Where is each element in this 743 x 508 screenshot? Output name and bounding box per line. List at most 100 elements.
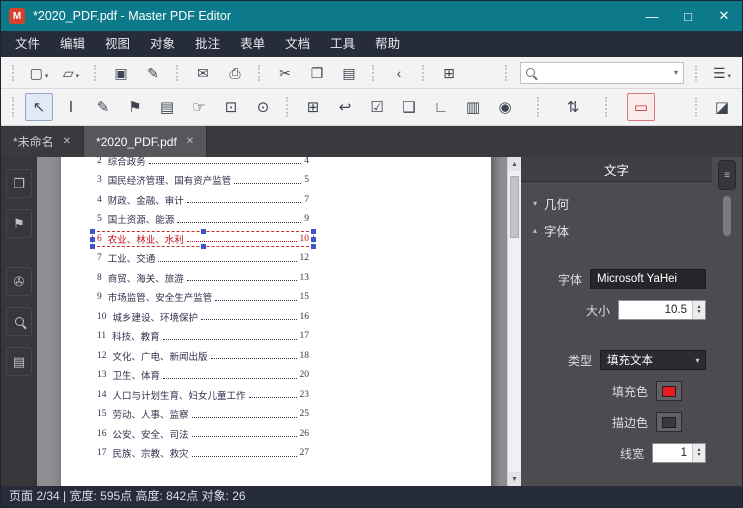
pdf-scrollbar[interactable]: ▲ ▼: [507, 157, 521, 486]
search-panel-button[interactable]: [6, 307, 32, 336]
paste-button[interactable]: ▤: [336, 61, 362, 85]
stroke-color-swatch[interactable]: [656, 412, 682, 432]
toc-row[interactable]: 17 民族、宗教、救灾 27: [97, 444, 309, 464]
open-file-button[interactable]: ▱ ▾: [58, 61, 84, 85]
edit-document-tool[interactable]: ✎: [89, 93, 117, 121]
toc-row[interactable]: 14 人口与计划生育、妇女儿童工作 23: [97, 385, 309, 405]
font-size-spinner[interactable]: ▴ ▾: [692, 301, 705, 319]
tab-close-icon[interactable]: ✕: [63, 136, 71, 147]
stamp-tool[interactable]: ❑: [395, 93, 423, 121]
menu-object[interactable]: 对象: [140, 31, 185, 57]
edit-forms-tool[interactable]: ⚑: [121, 93, 149, 121]
scroll-down-icon[interactable]: ▼: [508, 472, 521, 486]
save-as-button[interactable]: ✎: [140, 61, 166, 85]
close-button[interactable]: ✕: [706, 1, 742, 31]
selection-handle[interactable]: [201, 229, 206, 234]
fill-color-swatch[interactable]: [656, 381, 682, 401]
pdf-scrollbar-thumb[interactable]: [510, 176, 519, 238]
maximize-button[interactable]: □: [670, 1, 706, 31]
menu-form[interactable]: 表单: [230, 31, 275, 57]
toc-row[interactable]: 10 城乡建设、环境保护 16: [97, 307, 309, 327]
email-button[interactable]: ✉: [190, 61, 216, 85]
selection-handle[interactable]: [311, 243, 316, 249]
menu-tools[interactable]: 工具: [320, 31, 365, 57]
font-family-input[interactable]: Microsoft YaHei: [590, 269, 706, 289]
menu-view[interactable]: 视图: [95, 31, 140, 57]
toc-row[interactable]: 4 财政、金融、审计 7: [97, 190, 309, 210]
toc-row[interactable]: 6 农业、林业、水利 10: [90, 229, 316, 249]
snapshot-button[interactable]: ⊞: [436, 61, 462, 85]
attachments-panel-button[interactable]: ✇: [6, 267, 32, 296]
toc-entry-title: 科技、教育: [112, 333, 160, 344]
previous-view-button[interactable]: ‹: [386, 61, 412, 85]
select-objects-tool[interactable]: ↖: [25, 93, 53, 121]
font-size-input[interactable]: 10.5 ▴ ▾: [618, 300, 706, 320]
form-list-tool[interactable]: ▤: [153, 93, 181, 121]
menu-document[interactable]: 文档: [275, 31, 320, 57]
line-width-input[interactable]: 1 ▴ ▾: [652, 443, 706, 463]
search-box[interactable]: ▾: [520, 61, 684, 84]
snapshot-camera-tool[interactable]: ⊙: [249, 93, 277, 121]
new-document-button[interactable]: ▢ ▾: [26, 61, 52, 85]
thumbnails-panel-button[interactable]: ❐: [6, 169, 32, 198]
section-geometry[interactable]: ▾ 几何: [521, 190, 712, 217]
pdf-page[interactable]: 2 综合政务 4 3 国民经济管理、国有资产监管 5 4 财政、金融、审计 7 5 国土资源、能源 9…: [61, 157, 491, 486]
main-menu-button[interactable]: ☰ ▾: [709, 61, 735, 85]
tab-close-icon[interactable]: ✕: [186, 136, 194, 147]
combo-box-tool[interactable]: ▥: [459, 93, 487, 121]
crop-tool[interactable]: ⊡: [217, 93, 245, 121]
selection-handle[interactable]: [90, 236, 95, 242]
menu-help[interactable]: 帮助: [365, 31, 410, 57]
panel-scrollbar-thumb[interactable]: [723, 196, 731, 236]
toc-row[interactable]: 16 公安、安全、司法 26: [97, 424, 309, 444]
panel-scrollbar[interactable]: [723, 196, 731, 316]
toc-row[interactable]: 13 卫生、体育 20: [97, 366, 309, 386]
toc-row[interactable]: 11 科技、教育 17: [97, 327, 309, 347]
select-text-tool[interactable]: Ⅰ: [57, 93, 85, 121]
scroll-up-icon[interactable]: ▲: [508, 157, 521, 171]
toc-row[interactable]: 12 文化、广电、新闻出版 18: [97, 346, 309, 366]
toc-row[interactable]: 8 商贸、海关、旅游 13: [97, 268, 309, 288]
search-input[interactable]: [540, 65, 670, 80]
form-list-icon: ▤: [159, 98, 175, 116]
section-font[interactable]: ▴ 字体: [521, 217, 712, 244]
minimize-button[interactable]: —: [634, 1, 670, 31]
selection-handle[interactable]: [90, 229, 95, 234]
tab-2020-pdf[interactable]: *2020_PDF.pdf ✕: [84, 126, 208, 157]
pdf-viewport[interactable]: 2 综合政务 4 3 国民经济管理、国有资产监管 5 4 财政、金融、审计 7 5 国土资源、能源 9…: [37, 157, 521, 486]
fill-type-select[interactable]: 填充文本 ▾: [600, 350, 706, 370]
toc-row[interactable]: 7 工业、交通 12: [97, 249, 309, 269]
copy-button[interactable]: ❐: [304, 61, 330, 85]
eraser-tool[interactable]: ◪: [708, 93, 736, 121]
toc-row[interactable]: 2 综合政务 4: [97, 157, 309, 171]
selection-handle[interactable]: [311, 236, 316, 242]
tab-untitled[interactable]: *未命名 ✕: [1, 126, 85, 157]
hand-tool[interactable]: ☞: [185, 93, 213, 121]
cut-button[interactable]: ✂: [272, 61, 298, 85]
spin-down-icon[interactable]: ▾: [697, 309, 700, 315]
align-tool[interactable]: ⇅: [559, 93, 587, 121]
toc-row[interactable]: 15 劳动、人事、监察 25: [97, 405, 309, 425]
form-fields-panel-button[interactable]: ▤: [6, 347, 32, 376]
save-button[interactable]: ▣: [108, 61, 134, 85]
line-width-spinner[interactable]: ▴ ▾: [692, 444, 705, 462]
toc-row[interactable]: 3 国民经济管理、国有资产监管 5: [97, 171, 309, 191]
chevron-down-icon[interactable]: ▾: [670, 68, 678, 77]
measure-tool[interactable]: ∟: [427, 93, 455, 121]
menu-comment[interactable]: 批注: [185, 31, 230, 57]
panel-collapse-handle[interactable]: ≡: [718, 160, 736, 190]
print-button[interactable]: ⎙: [222, 61, 248, 85]
checkbox-tool[interactable]: ☑: [363, 93, 391, 121]
menu-edit[interactable]: 编辑: [50, 31, 95, 57]
bookmarks-panel-button[interactable]: ⚑: [6, 209, 32, 238]
text-field-tool[interactable]: ⊞: [299, 93, 327, 121]
selection-handle[interactable]: [311, 229, 316, 234]
toc-row[interactable]: 9 市场监管、安全生产监管 15: [97, 288, 309, 308]
highlight-area-tool[interactable]: ▭: [627, 93, 655, 121]
spin-down-icon[interactable]: ▾: [697, 452, 700, 458]
selection-handle[interactable]: [90, 243, 95, 249]
toc-row[interactable]: 5 国土资源、能源 9: [97, 210, 309, 230]
line-break-tool[interactable]: ↩: [331, 93, 359, 121]
menu-file[interactable]: 文件: [5, 31, 50, 57]
radio-button-tool[interactable]: ◉: [491, 93, 519, 121]
